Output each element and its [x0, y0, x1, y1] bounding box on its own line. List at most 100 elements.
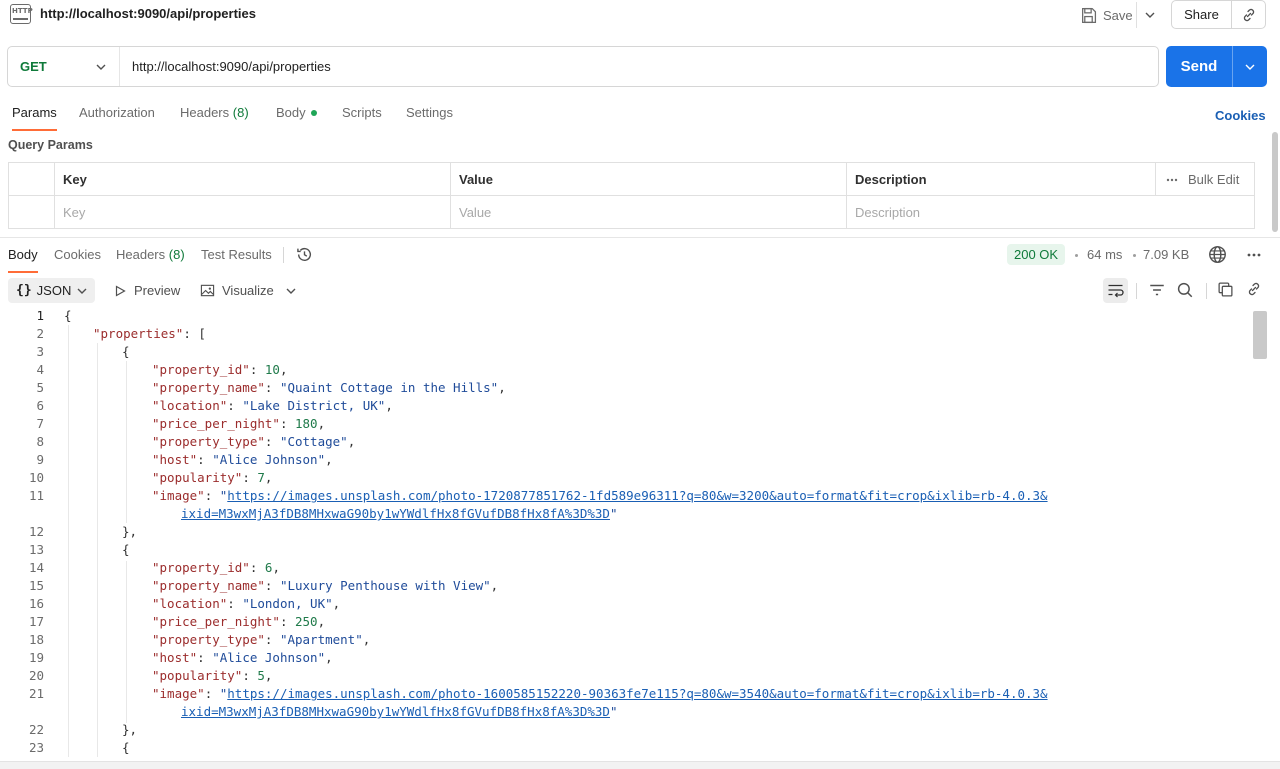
json-url-link[interactable]: https://images.unsplash.com/photo-160058… [227, 686, 1047, 701]
link-icon[interactable] [1246, 281, 1262, 297]
line-number: 17 [28, 614, 44, 629]
response-size[interactable]: 7.09 KB [1143, 247, 1189, 262]
code-punct: }, [122, 722, 138, 737]
json-string: "Lake District, UK" [242, 398, 386, 413]
description-input[interactable]: Description [846, 196, 1256, 229]
tab-body[interactable]: Body [276, 105, 317, 120]
tab-authorization[interactable]: Authorization [79, 105, 155, 120]
toolbar-separator [1136, 283, 1137, 299]
send-options-button[interactable] [1233, 46, 1267, 87]
json-number: 5 [257, 668, 265, 683]
line-number: 12 [28, 524, 44, 539]
response-body-viewer[interactable]: 1{ 2 "properties": [ 3{ 4 "property_id": 1… [0, 307, 1252, 757]
history-icon[interactable] [296, 246, 313, 263]
json-key: "property_id" [152, 560, 250, 575]
visualize-button[interactable]: Visualize [200, 278, 274, 303]
save-options-button[interactable] [1140, 2, 1160, 28]
cookies-link[interactable]: Cookies [1215, 108, 1266, 123]
request-title[interactable]: http://localhost:9090/api/properties [40, 6, 256, 21]
chevron-down-icon [1145, 12, 1155, 18]
line-number: 16 [28, 596, 44, 611]
json-key: "image" [152, 686, 205, 701]
code-line: 22}, [0, 721, 1252, 739]
tab-headers-label: Headers [180, 105, 230, 120]
tab-headers[interactable]: Headers (8) [180, 105, 249, 120]
code-punct: { [122, 344, 130, 359]
code-line: 16 "location": "London, UK", [0, 595, 1252, 613]
response-scrollbar[interactable] [1253, 311, 1267, 359]
bulk-edit-button[interactable]: Bulk Edit [1155, 163, 1255, 196]
tab-response-headers-label: Headers [116, 247, 166, 262]
tab-response-cookies[interactable]: Cookies [54, 247, 101, 262]
json-key: "location" [152, 596, 228, 611]
save-button[interactable]: Save [1078, 2, 1136, 28]
tab-test-results[interactable]: Test Results [201, 247, 272, 262]
code-punct: { [122, 542, 130, 557]
code-line: 7 "price_per_night": 180, [0, 415, 1252, 433]
line-number: 11 [28, 488, 44, 503]
code-punct: }, [122, 524, 138, 539]
line-number: 21 [28, 686, 44, 701]
json-key: "price_per_night" [152, 416, 280, 431]
save-label: Save [1103, 7, 1133, 23]
code-line: 4 "property_id": 10, [0, 361, 1252, 379]
json-number: 7 [257, 470, 265, 485]
key-input[interactable]: Key [54, 196, 450, 229]
url-input[interactable] [120, 47, 1158, 86]
url-bar: GET [7, 46, 1159, 87]
json-string: "Apartment" [279, 632, 363, 647]
json-number: 250 [295, 614, 318, 629]
preview-button[interactable]: Preview [113, 278, 180, 303]
request-scrollbar[interactable] [1272, 132, 1278, 232]
tab-params[interactable]: Params [12, 105, 57, 131]
request-tabs: Params Authorization Headers (8) Body Sc… [0, 100, 1280, 131]
visualize-options-button[interactable] [285, 278, 297, 303]
value-input[interactable]: Value [450, 196, 846, 229]
format-select[interactable]: {} JSON [8, 278, 95, 303]
query-params-title: Query Params [8, 138, 93, 152]
chevron-down-icon [96, 64, 106, 70]
tab-scripts[interactable]: Scripts [342, 105, 382, 120]
tab-response-headers[interactable]: Headers (8) [116, 247, 185, 262]
response-time[interactable]: 64 ms [1087, 247, 1122, 262]
save-divider [1136, 2, 1137, 28]
status-badge[interactable]: 200 OK [1007, 244, 1066, 265]
visualize-label: Visualize [222, 283, 274, 298]
meta-separator [1075, 254, 1078, 257]
share-button[interactable]: Share [1172, 1, 1232, 28]
search-icon[interactable] [1176, 281, 1194, 299]
send-group: Send [1166, 46, 1267, 87]
line-number: 18 [28, 632, 44, 647]
tab-separator [283, 247, 284, 263]
json-string: "Luxury Penthouse with View" [279, 578, 491, 593]
code-line: ixid=M3wxMjA3fDB8MHxwaG90by1wYWdlfHx8fGV… [181, 506, 618, 521]
line-number: 20 [28, 668, 44, 683]
line-number: 23 [28, 740, 44, 755]
json-url-link[interactable]: ixid=M3wxMjA3fDB8MHxwaG90by1wYWdlfHx8fGV… [181, 704, 610, 719]
json-url-link[interactable]: ixid=M3wxMjA3fDB8MHxwaG90by1wYWdlfHx8fGV… [181, 506, 610, 521]
json-key: "price_per_night" [152, 614, 280, 629]
code-line: ixid=M3wxMjA3fDB8MHxwaG90by1wYWdlfHx8fGV… [181, 704, 618, 719]
json-string: "Alice Johnson" [212, 650, 326, 665]
json-key: "image" [152, 488, 205, 503]
code-line: 19 "host": "Alice Johnson", [0, 649, 1252, 667]
wrap-lines-button[interactable] [1103, 278, 1128, 303]
tab-settings[interactable]: Settings [406, 105, 453, 120]
filter-icon[interactable] [1148, 281, 1166, 299]
method-select[interactable]: GET [8, 47, 120, 86]
json-key: "host" [152, 650, 198, 665]
pane-divider[interactable] [0, 237, 1280, 238]
copy-icon[interactable] [1217, 281, 1234, 298]
braces-icon: {} [16, 283, 32, 298]
code-line: 11 "image": "https://images.unsplash.com/… [0, 487, 1252, 505]
tab-response-body[interactable]: Body [8, 247, 38, 273]
json-key: "popularity" [152, 668, 243, 683]
send-button[interactable]: Send [1166, 46, 1233, 87]
request-header: HTTP http://localhost:9090/api/propertie… [0, 0, 1280, 30]
copy-link-button[interactable] [1232, 1, 1265, 28]
json-url-link[interactable]: https://images.unsplash.com/photo-172087… [227, 488, 1047, 503]
line-number: 3 [36, 344, 44, 359]
globe-icon[interactable] [1208, 245, 1227, 264]
more-icon[interactable] [1246, 247, 1262, 263]
query-params-table: Key Value Description Bulk Edit Key Valu… [8, 162, 1255, 229]
